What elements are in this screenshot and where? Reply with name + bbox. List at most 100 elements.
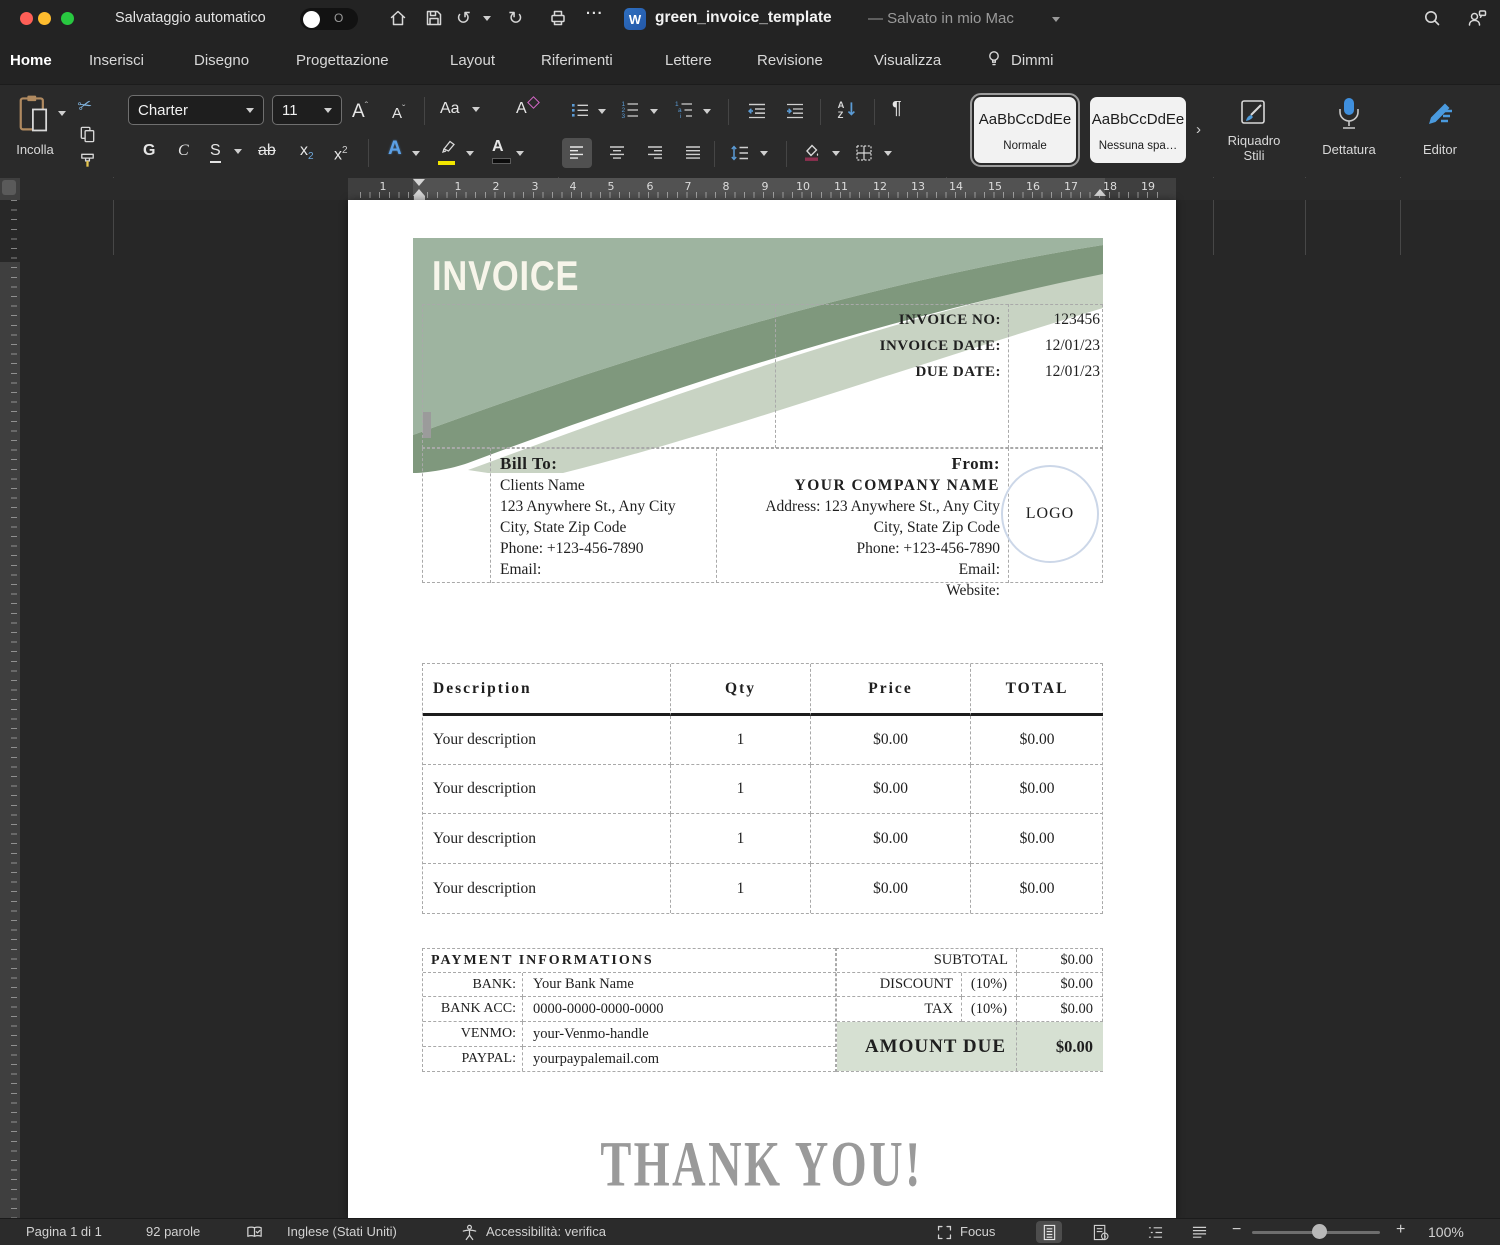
payment-info-table[interactable]: PAYMENT INFORMATIONS BANK: Your Bank Nam… xyxy=(422,948,836,1072)
print-layout-view-button[interactable] xyxy=(1036,1221,1062,1243)
draft-view-button[interactable] xyxy=(1186,1221,1212,1243)
bill-to-heading[interactable]: Bill To: xyxy=(500,452,710,475)
styles-pane-label[interactable]: RiquadroStili xyxy=(1212,133,1296,163)
document-page[interactable]: INVOICE INVOICE NO: 123456 INVOICE DATE:… xyxy=(348,200,1176,1218)
dictation-label[interactable]: Dettatura xyxy=(1306,142,1392,157)
paste-clipboard-icon[interactable] xyxy=(16,94,52,141)
autosave-toggle[interactable]: O xyxy=(300,8,358,30)
paypal-label[interactable]: PAYPAL: xyxy=(423,1047,523,1071)
item-qty[interactable]: 1 xyxy=(671,864,811,913)
chevron-down-icon[interactable] xyxy=(703,109,711,114)
tab-riferimenti[interactable]: Riferimenti xyxy=(541,52,613,69)
vertical-ruler[interactable] xyxy=(0,178,20,1218)
item-qty[interactable]: 1 xyxy=(671,814,811,864)
close-window-button[interactable] xyxy=(20,12,33,25)
zoom-level[interactable]: 100% xyxy=(1428,1224,1464,1240)
chevron-down-icon[interactable] xyxy=(650,109,658,114)
venmo-value[interactable]: your-Venmo-handle xyxy=(523,1022,836,1047)
right-indent-marker[interactable] xyxy=(1094,189,1106,196)
invoice-date-value[interactable]: 12/01/23 xyxy=(1008,337,1100,355)
text-effects-button[interactable]: A xyxy=(388,139,402,159)
tax-value[interactable]: $0.00 xyxy=(1017,997,1103,1022)
copy-icon[interactable] xyxy=(78,125,97,149)
word-count[interactable]: 92 parole xyxy=(146,1224,200,1239)
amount-due-value[interactable]: $0.00 xyxy=(1017,1022,1103,1071)
subscript-button[interactable]: x2 xyxy=(300,141,314,167)
tab-inserisci[interactable]: Inserisci xyxy=(89,52,144,69)
title-chevron-icon[interactable] xyxy=(1052,17,1060,22)
tab-home[interactable]: Home xyxy=(10,52,52,69)
chevron-down-icon[interactable] xyxy=(832,151,840,156)
due-date-value[interactable]: 12/01/23 xyxy=(1008,363,1100,381)
dictation-mic-icon[interactable] xyxy=(1334,95,1364,138)
change-case-button[interactable]: Aa xyxy=(440,99,460,119)
invoice-title[interactable]: INVOICE xyxy=(432,252,579,300)
shrink-font-button[interactable]: Aˇ xyxy=(392,100,405,124)
tax-label[interactable]: TAX xyxy=(837,997,962,1022)
share-presence-icon[interactable] xyxy=(1466,8,1486,28)
align-center-icon[interactable] xyxy=(608,144,626,167)
grow-font-button[interactable]: Aˆ xyxy=(352,97,368,122)
align-right-icon[interactable] xyxy=(646,144,664,167)
from-block[interactable]: From: YOUR COMPANY NAME Address: 123 Any… xyxy=(726,452,1000,601)
item-total[interactable]: $0.00 xyxy=(971,765,1103,814)
web-layout-view-button[interactable] xyxy=(1088,1221,1114,1243)
bank-acc-value[interactable]: 0000-0000-0000-0000 xyxy=(523,997,836,1022)
venmo-label[interactable]: VENMO: xyxy=(423,1022,523,1047)
items-table[interactable]: Description Qty Price TOTAL Your descrip… xyxy=(422,663,1103,914)
styles-gallery-expand-icon[interactable]: › xyxy=(1196,121,1201,138)
item-total[interactable]: $0.00 xyxy=(971,716,1103,765)
payment-heading[interactable]: PAYMENT INFORMATIONS xyxy=(423,949,836,973)
item-description[interactable]: Your description xyxy=(423,814,671,864)
item-description[interactable]: Your description xyxy=(423,864,671,913)
accessibility-icon[interactable] xyxy=(460,1223,479,1245)
document-save-status[interactable]: — Salvato in mio Mac xyxy=(868,10,1014,27)
shading-bucket-icon[interactable] xyxy=(800,141,822,168)
amount-due-label[interactable]: AMOUNT DUE xyxy=(837,1022,1017,1071)
discount-value[interactable]: $0.00 xyxy=(1017,973,1103,997)
font-name-select[interactable]: Charter xyxy=(128,95,264,125)
subtotal-value[interactable]: $0.00 xyxy=(1017,949,1103,973)
discount-pct[interactable]: (10%) xyxy=(962,973,1017,997)
chevron-down-icon[interactable] xyxy=(472,107,480,112)
chevron-down-icon[interactable] xyxy=(516,151,524,156)
paypal-value[interactable]: yourpaypalemail.com xyxy=(523,1047,836,1071)
minimize-window-button[interactable] xyxy=(38,12,51,25)
logo-placeholder[interactable]: LOGO xyxy=(1001,465,1099,563)
undo-icon[interactable]: ↺ xyxy=(456,8,471,28)
style-normale[interactable]: AaBbCcDdEe Normale xyxy=(974,97,1076,163)
bill-to-block[interactable]: Bill To: Clients Name 123 Anywhere St., … xyxy=(500,452,710,580)
align-left-button-selected[interactable] xyxy=(562,138,592,168)
bank-acc-label[interactable]: BANK ACC: xyxy=(423,997,523,1022)
borders-icon[interactable] xyxy=(854,143,874,168)
numbered-list-icon[interactable]: 123 xyxy=(620,99,640,124)
hanging-indent-marker[interactable] xyxy=(413,189,425,196)
tab-visualizza[interactable]: Visualizza xyxy=(874,52,941,69)
undo-dropdown-icon[interactable] xyxy=(483,16,491,21)
invoice-date-label[interactable]: INVOICE DATE: xyxy=(775,338,1001,355)
bold-button[interactable]: G xyxy=(143,141,155,161)
zoom-in-button[interactable]: + xyxy=(1396,1221,1405,1239)
item-description[interactable]: Your description xyxy=(423,765,671,814)
due-date-label[interactable]: DUE DATE: xyxy=(775,364,1001,381)
font-size-select[interactable]: 11 xyxy=(272,95,342,125)
bank-value[interactable]: Your Bank Name xyxy=(523,973,836,997)
tab-layout[interactable]: Layout xyxy=(450,52,495,69)
tab-disegno[interactable]: Disegno xyxy=(194,52,249,69)
from-heading[interactable]: From: xyxy=(726,452,1000,475)
proofing-book-icon[interactable] xyxy=(245,1223,264,1245)
item-description[interactable]: Your description xyxy=(423,716,671,765)
multilevel-list-icon[interactable]: 1ai xyxy=(674,99,694,124)
items-header-description[interactable]: Description xyxy=(423,664,671,716)
chevron-down-icon[interactable] xyxy=(598,109,606,114)
first-line-indent-marker[interactable] xyxy=(413,179,425,186)
focus-label[interactable]: Focus xyxy=(960,1224,995,1239)
chevron-down-icon[interactable] xyxy=(884,151,892,156)
item-price[interactable]: $0.00 xyxy=(811,716,971,765)
focus-icon[interactable] xyxy=(936,1224,953,1245)
items-header-price[interactable]: Price xyxy=(811,664,971,716)
search-icon[interactable] xyxy=(1422,8,1442,28)
tab-revisione[interactable]: Revisione xyxy=(757,52,823,69)
highlight-color-button[interactable] xyxy=(438,139,458,165)
font-color-button[interactable]: A xyxy=(492,137,511,164)
